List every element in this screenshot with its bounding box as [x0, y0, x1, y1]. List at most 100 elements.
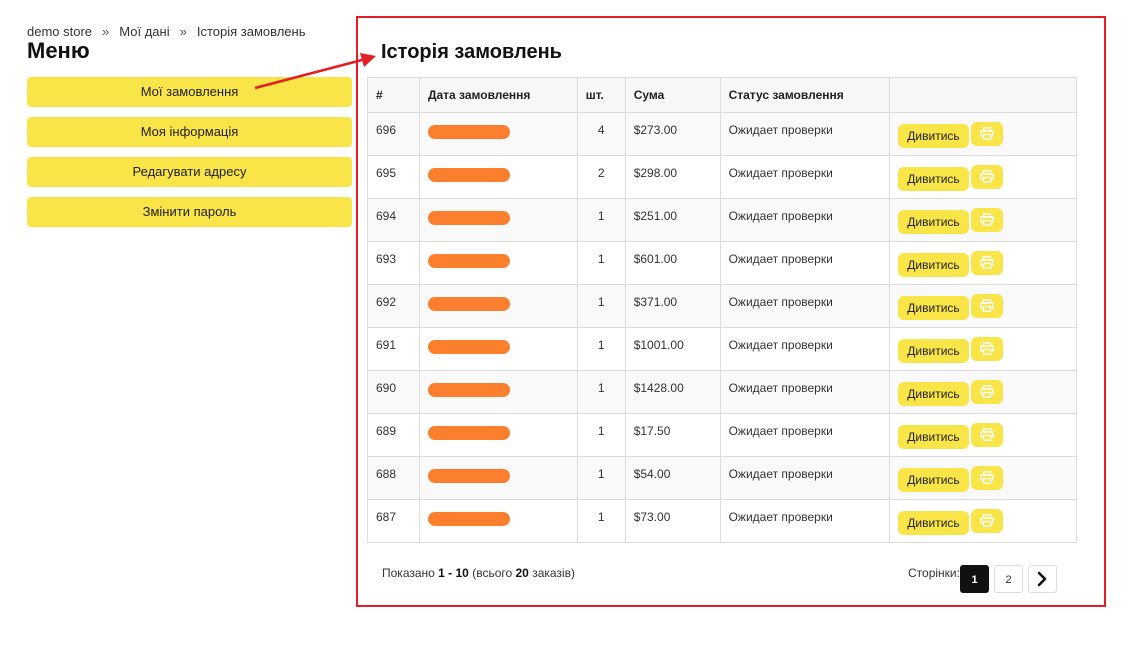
redacted-date: [427, 254, 510, 268]
view-order-button[interactable]: Дивитись: [898, 425, 969, 449]
print-order-button[interactable]: [970, 509, 1003, 533]
print-order-button[interactable]: [970, 337, 1003, 361]
page-button-2[interactable]: 2: [994, 565, 1023, 593]
order-id-cell: 694: [367, 198, 420, 242]
view-order-button[interactable]: Дивитись: [898, 210, 969, 234]
order-actions-cell: Дивитись: [889, 198, 1077, 242]
print-order-button[interactable]: [970, 208, 1003, 232]
view-order-button[interactable]: Дивитись: [898, 511, 969, 535]
order-actions-cell: Дивитись: [889, 456, 1077, 500]
column-header-date: Дата замовлення: [418, 77, 578, 113]
order-actions-cell: Дивитись: [889, 499, 1077, 543]
redacted-date: [427, 211, 510, 225]
column-header-status: Статус замовлення: [719, 77, 891, 113]
redacted-date: [427, 383, 510, 397]
order-date-cell: [418, 327, 578, 371]
order-actions-cell: Дивитись: [889, 112, 1077, 156]
column-header-actions: [889, 77, 1077, 113]
order-id-cell: 690: [367, 370, 420, 414]
order-status-cell: Ожидает проверки: [719, 499, 891, 543]
pagination-label: Сторінки:: [908, 566, 960, 580]
redacted-date: [427, 125, 510, 139]
sidebar-item-my-orders[interactable]: Мої замовлення: [27, 77, 352, 107]
order-qty-cell: 1: [576, 370, 626, 414]
order-id-cell: 691: [367, 327, 420, 371]
order-sum-cell: $371.00: [624, 284, 721, 328]
order-qty-cell: 1: [576, 413, 626, 457]
orders-table: # Дата замовлення шт. Сума Статус замовл…: [367, 77, 1077, 543]
summary-suffix: заказів): [532, 566, 575, 580]
print-order-button[interactable]: [970, 251, 1003, 275]
order-qty-cell: 1: [576, 198, 626, 242]
print-order-button[interactable]: [970, 165, 1003, 189]
order-actions-cell: Дивитись: [889, 155, 1077, 199]
order-status-cell: Ожидает проверки: [719, 327, 891, 371]
order-qty-cell: 1: [576, 284, 626, 328]
order-date-cell: [418, 499, 578, 543]
order-date-cell: [418, 155, 578, 199]
order-id-cell: 696: [367, 112, 420, 156]
next-page-button[interactable]: [1028, 565, 1057, 593]
print-order-button[interactable]: [970, 122, 1003, 146]
order-qty-cell: 2: [576, 155, 626, 199]
orders-table-body: 696 4 $273.00 Ожидает проверки Дивитись 695 2 $…: [367, 112, 1077, 543]
order-status-cell: Ожидает проверки: [719, 198, 891, 242]
order-date-cell: [418, 413, 578, 457]
table-row: 695 2 $298.00 Ожидает проверки Дивитись: [367, 155, 1077, 199]
redacted-date: [427, 168, 510, 182]
table-row: 688 1 $54.00 Ожидает проверки Дивитись: [367, 456, 1077, 500]
redacted-date: [427, 340, 510, 354]
table-row: 691 1 $1001.00 Ожидает проверки Дивитись: [367, 327, 1077, 371]
view-order-button[interactable]: Дивитись: [898, 468, 969, 492]
redacted-date: [427, 297, 510, 311]
order-qty-cell: 1: [576, 327, 626, 371]
summary-total: 20: [515, 566, 529, 580]
view-order-button[interactable]: Дивитись: [898, 296, 969, 320]
sidebar-item-edit-address[interactable]: Редагувати адресу: [27, 157, 352, 187]
sidebar-item-my-info[interactable]: Моя інформація: [27, 117, 352, 147]
chevron-right-icon: [1037, 571, 1047, 587]
order-qty-cell: 1: [576, 456, 626, 500]
table-row: 690 1 $1428.00 Ожидает проверки Дивитись: [367, 370, 1077, 414]
order-actions-cell: Дивитись: [889, 370, 1077, 414]
order-sum-cell: $17.50: [624, 413, 721, 457]
print-order-button[interactable]: [970, 466, 1003, 490]
column-header-sum: Сума: [624, 77, 721, 113]
view-order-button[interactable]: Дивитись: [898, 253, 969, 277]
view-order-button[interactable]: Дивитись: [898, 167, 969, 191]
table-row: 692 1 $371.00 Ожидает проверки Дивитись: [367, 284, 1077, 328]
redacted-date: [427, 426, 510, 440]
redacted-date: [427, 512, 510, 526]
redacted-date: [427, 469, 510, 483]
view-order-button[interactable]: Дивитись: [898, 339, 969, 363]
breadcrumb-link-my-data[interactable]: Мої дані: [119, 24, 169, 39]
order-status-cell: Ожидает проверки: [719, 370, 891, 414]
order-actions-cell: Дивитись: [889, 327, 1077, 371]
print-order-button[interactable]: [970, 380, 1003, 404]
order-date-cell: [418, 112, 578, 156]
order-status-cell: Ожидает проверки: [719, 112, 891, 156]
order-id-cell: 695: [367, 155, 420, 199]
view-order-button[interactable]: Дивитись: [898, 124, 969, 148]
order-status-cell: Ожидает проверки: [719, 413, 891, 457]
table-row: 694 1 $251.00 Ожидает проверки Дивитись: [367, 198, 1077, 242]
summary-middle: (всього: [472, 566, 513, 580]
view-order-button[interactable]: Дивитись: [898, 382, 969, 406]
print-order-button[interactable]: [970, 294, 1003, 318]
page-title: Історія замовлень: [381, 41, 562, 63]
order-qty-cell: 4: [576, 112, 626, 156]
order-actions-cell: Дивитись: [889, 413, 1077, 457]
order-status-cell: Ожидает проверки: [719, 155, 891, 199]
order-sum-cell: $251.00: [624, 198, 721, 242]
breadcrumb: demo store » Мої дані » Історія замовлень: [27, 24, 305, 39]
page-button-1[interactable]: 1: [960, 565, 989, 593]
sidebar-item-change-password[interactable]: Змінити пароль: [27, 197, 352, 227]
breadcrumb-link-home[interactable]: demo store: [27, 24, 92, 39]
pagination-summary: Показано 1 - 10 (всього 20 заказів): [382, 566, 575, 580]
table-row: 693 1 $601.00 Ожидает проверки Дивитись: [367, 241, 1077, 285]
order-id-cell: 693: [367, 241, 420, 285]
print-order-button[interactable]: [970, 423, 1003, 447]
table-header-row: # Дата замовлення шт. Сума Статус замовл…: [367, 77, 1077, 113]
breadcrumb-separator: »: [179, 24, 187, 39]
column-header-qty: шт.: [576, 77, 626, 113]
